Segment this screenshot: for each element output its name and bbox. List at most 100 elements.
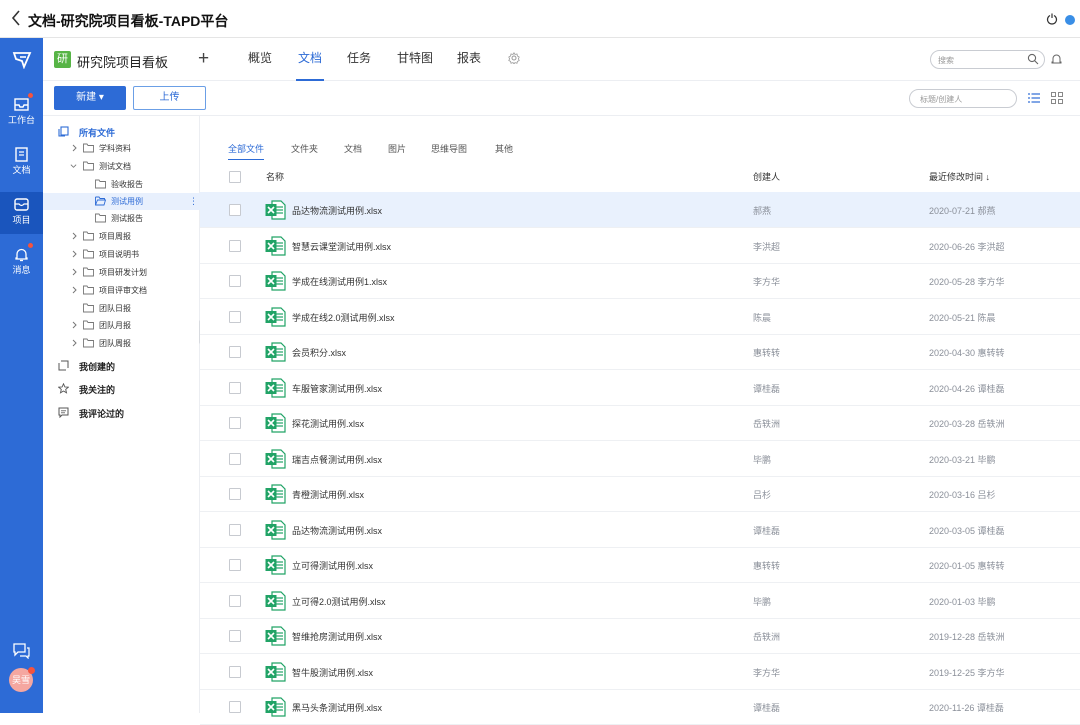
table-row[interactable]: 立可得测试用例.xlsx 惠转转 2020-01-05 惠转转 bbox=[200, 547, 1080, 583]
tab-tasks[interactable]: 任务 bbox=[347, 49, 371, 81]
notification-bell-icon[interactable] bbox=[1051, 53, 1062, 65]
filter-tab-all[interactable]: 全部文件 bbox=[228, 142, 265, 160]
tapd-logo-icon[interactable] bbox=[12, 51, 32, 69]
file-name[interactable]: 学成在线测试用例1.xlsx bbox=[292, 275, 387, 288]
table-row[interactable]: 智牛股测试用例.xlsx 李方华 2019-12-25 李方华 bbox=[200, 654, 1080, 690]
project-name[interactable]: 研究院项目看板 bbox=[77, 52, 168, 71]
search-input[interactable]: 搜索 bbox=[930, 50, 1045, 69]
file-name[interactable]: 品达物流测试用例.xlsx bbox=[292, 204, 382, 217]
tree-node-team-weekly[interactable]: 团队周报 bbox=[43, 335, 200, 352]
chevron-right-icon[interactable] bbox=[71, 286, 78, 294]
file-name[interactable]: 智维抢房测试用例.xlsx bbox=[292, 630, 382, 643]
column-header-name[interactable]: 名称 bbox=[266, 170, 284, 183]
row-checkbox[interactable] bbox=[229, 630, 241, 642]
rail-item-workbench[interactable]: 工作台 bbox=[0, 92, 43, 134]
rail-item-messages[interactable]: 消息 bbox=[0, 242, 43, 284]
row-checkbox[interactable] bbox=[229, 204, 241, 216]
column-header-creator[interactable]: 创建人 bbox=[753, 170, 780, 183]
chevron-down-icon[interactable] bbox=[70, 162, 77, 170]
chevron-right-icon[interactable] bbox=[71, 250, 78, 258]
grid-view-icon[interactable] bbox=[1051, 92, 1063, 104]
filter-tab-other[interactable]: 其他 bbox=[495, 142, 513, 158]
row-checkbox[interactable] bbox=[229, 559, 241, 571]
file-name[interactable]: 智慧云课堂测试用例.xlsx bbox=[292, 240, 391, 253]
tree-node-project-weekly[interactable]: 项目周报 bbox=[43, 228, 200, 245]
rail-item-project[interactable]: 项目 bbox=[0, 192, 43, 234]
tree-node-acceptance-report[interactable]: 验收报告 bbox=[43, 176, 200, 193]
row-checkbox[interactable] bbox=[229, 417, 241, 429]
row-checkbox[interactable] bbox=[229, 381, 241, 394]
table-row[interactable]: 瑞吉点餐测试用例.xlsx 毕鹏 2020-03-21 毕鹏 bbox=[200, 441, 1080, 477]
back-icon[interactable] bbox=[10, 9, 22, 27]
filter-tab-images[interactable]: 图片 bbox=[388, 142, 406, 158]
table-row[interactable]: 学成在线测试用例1.xlsx 李方华 2020-05-28 李方华 bbox=[200, 263, 1080, 299]
file-name[interactable]: 黑马头条测试用例.xlsx bbox=[292, 701, 382, 714]
row-checkbox[interactable] bbox=[229, 701, 241, 713]
chat-icon[interactable] bbox=[12, 642, 31, 659]
file-name[interactable]: 青橙测试用例.xlsx bbox=[292, 488, 364, 501]
row-checkbox[interactable] bbox=[229, 523, 241, 536]
chevron-right-icon[interactable] bbox=[71, 321, 78, 329]
column-header-modified[interactable]: 最近修改时间 ↓ bbox=[929, 170, 990, 183]
table-row[interactable]: 智慧云课堂测试用例.xlsx 李洪超 2020-06-26 李洪超 bbox=[200, 228, 1080, 264]
row-checkbox[interactable] bbox=[229, 346, 241, 358]
tree-node-subject-materials[interactable]: 学科资料 bbox=[43, 140, 200, 157]
file-name[interactable]: 车服管家测试用例.xlsx bbox=[292, 382, 382, 395]
chevron-right-icon[interactable] bbox=[71, 268, 78, 276]
file-name[interactable]: 智牛股测试用例.xlsx bbox=[292, 666, 373, 679]
select-all-checkbox[interactable] bbox=[229, 171, 241, 183]
filter-tab-docs[interactable]: 文档 bbox=[344, 142, 362, 158]
file-name[interactable]: 品达物流测试用例.xlsx bbox=[292, 524, 382, 537]
tree-node-test-docs[interactable]: 测试文档 bbox=[43, 158, 200, 175]
tree-node-test-cases[interactable]: 测试用例 ⋮ bbox=[43, 193, 200, 210]
row-checkbox[interactable] bbox=[229, 452, 241, 465]
row-checkbox[interactable] bbox=[229, 488, 241, 500]
new-button[interactable]: 新建 ▾ bbox=[54, 86, 126, 110]
tree-node-dev-plan[interactable]: 项目研发计划 bbox=[43, 264, 200, 281]
table-row[interactable]: 品达物流测试用例.xlsx 郝燕 2020-07-21 郝燕 bbox=[200, 192, 1080, 228]
list-view-icon[interactable] bbox=[1028, 92, 1040, 104]
title-creator-filter-input[interactable]: 标题/创建人 bbox=[909, 89, 1017, 108]
row-checkbox[interactable] bbox=[229, 665, 241, 678]
tab-overview[interactable]: 概览 bbox=[248, 49, 272, 81]
filter-tab-folders[interactable]: 文件夹 bbox=[291, 142, 318, 158]
tree-node-team-daily[interactable]: 团队日报 bbox=[43, 300, 200, 317]
tab-reports[interactable]: 报表 bbox=[457, 49, 481, 81]
file-name[interactable]: 瑞吉点餐测试用例.xlsx bbox=[292, 453, 382, 466]
tree-node-review-docs[interactable]: 项目评审文档 bbox=[43, 282, 200, 299]
file-name[interactable]: 探花测试用例.xlsx bbox=[292, 417, 364, 430]
file-name[interactable]: 学成在线2.0测试用例.xlsx bbox=[292, 311, 395, 324]
gear-icon[interactable] bbox=[508, 52, 520, 64]
status-dot-icon[interactable] bbox=[1065, 15, 1075, 25]
refresh-icon[interactable] bbox=[1046, 13, 1058, 25]
table-row[interactable]: 智维抢房测试用例.xlsx 岳轶洲 2019-12-28 岳轶洲 bbox=[200, 618, 1080, 654]
table-row[interactable]: 品达物流测试用例.xlsx 谭桂磊 2020-03-05 谭桂磊 bbox=[200, 512, 1080, 548]
filter-tab-mindmaps[interactable]: 思维导图 bbox=[431, 142, 467, 158]
row-checkbox[interactable] bbox=[229, 275, 241, 287]
table-row[interactable]: 车服管家测试用例.xlsx 谭桂磊 2020-04-26 谭桂磊 bbox=[200, 370, 1080, 406]
chevron-right-icon[interactable] bbox=[71, 232, 78, 240]
add-icon[interactable]: + bbox=[198, 49, 209, 68]
user-avatar[interactable]: 吴雪 bbox=[9, 667, 35, 692]
row-checkbox[interactable] bbox=[229, 239, 241, 252]
table-row[interactable]: 黑马头条测试用例.xlsx 谭桂磊 2020-11-26 谭桂磊 bbox=[200, 689, 1080, 725]
tree-node-team-monthly[interactable]: 团队月报 bbox=[43, 317, 200, 334]
file-name[interactable]: 立可得测试用例.xlsx bbox=[292, 559, 373, 572]
tree-node-project-spec[interactable]: 项目说明书 bbox=[43, 246, 200, 263]
upload-button[interactable]: 上传 bbox=[133, 86, 206, 110]
row-checkbox[interactable] bbox=[229, 594, 241, 607]
chevron-right-icon[interactable] bbox=[71, 144, 78, 152]
row-checkbox[interactable] bbox=[229, 310, 241, 323]
rail-item-docs[interactable]: 文档 bbox=[0, 142, 43, 184]
tree-node-test-report[interactable]: 测试报告 bbox=[43, 210, 200, 227]
file-name[interactable]: 会员积分.xlsx bbox=[292, 346, 346, 359]
chevron-right-icon[interactable] bbox=[71, 339, 78, 347]
more-icon[interactable]: ⋮ bbox=[189, 196, 198, 207]
table-row[interactable]: 探花测试用例.xlsx 岳轶洲 2020-03-28 岳轶洲 bbox=[200, 405, 1080, 441]
file-name[interactable]: 立可得2.0测试用例.xlsx bbox=[292, 595, 386, 608]
table-row[interactable]: 立可得2.0测试用例.xlsx 毕鹏 2020-01-03 毕鹏 bbox=[200, 583, 1080, 619]
table-row[interactable]: 会员积分.xlsx 惠转转 2020-04-30 惠转转 bbox=[200, 334, 1080, 370]
tab-gantt[interactable]: 甘特图 bbox=[397, 49, 433, 81]
tab-docs[interactable]: 文档 bbox=[295, 49, 325, 81]
table-row[interactable]: 学成在线2.0测试用例.xlsx 陈晨 2020-05-21 陈晨 bbox=[200, 299, 1080, 335]
